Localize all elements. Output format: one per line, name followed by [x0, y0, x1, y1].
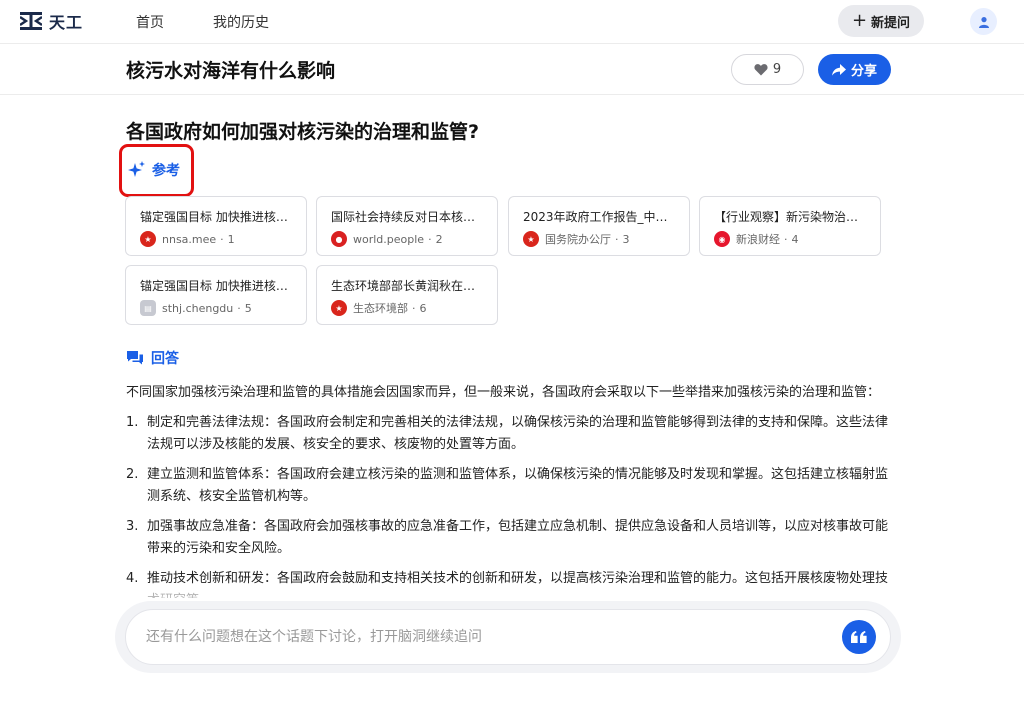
answer-list: 1. 制定和完善法律法规：各国政府会制定和完善相关的法律法规，以确保核污染的治理… — [126, 412, 896, 598]
topic-title: 核污水对海洋有什么影响 — [126, 60, 336, 82]
reference-card-index: 6 — [419, 301, 427, 315]
reference-label: 参考 — [152, 163, 180, 179]
user-icon — [978, 16, 989, 28]
reference-section-header: 参考 — [119, 144, 194, 197]
heart-icon — [754, 64, 768, 76]
site-favicon-icon: ▤ — [140, 300, 156, 316]
answer-item-number: 4. — [126, 571, 139, 586]
reference-card-1[interactable]: 锚定强国目标 加快推进核安全监管体系和监管能力现代化 ★ nnsa.mee · … — [125, 196, 307, 256]
brand-name: 天工 — [49, 13, 84, 32]
reference-card-source: 新浪财经 — [736, 233, 780, 246]
tiangong-logo-icon — [20, 12, 42, 30]
reference-card-2[interactable]: 国际社会持续反对日本核污染水排海计划 ● world.people · 2 — [316, 196, 498, 256]
answer-item-number: 2. — [126, 467, 139, 482]
reference-card-6[interactable]: 生态环境部部长黄润秋在全国核与辐射安全监管工作会议上的讲话 ★ 生态环境部 · … — [316, 265, 498, 325]
emblem-icon: ★ — [140, 231, 156, 247]
share-button[interactable]: 分享 — [818, 54, 891, 85]
reference-card-index: 3 — [622, 232, 630, 246]
reference-card-source: world.people — [353, 232, 425, 246]
new-question-label: 新提问 — [871, 15, 911, 31]
question-title: 各国政府如何加强对核污染的治理和监管? — [126, 121, 480, 143]
weibo-icon: ◉ — [714, 231, 730, 247]
user-avatar[interactable] — [970, 8, 997, 35]
answer-list-item: 3. 加强事故应急准备：各国政府会加强核事故的应急准备工作，包括建立应急机制、提… — [126, 516, 896, 560]
share-arrow-icon — [831, 63, 846, 76]
answer-item-text: 制定和完善法律法规：各国政府会制定和完善相关的法律法规，以确保核污染的治理和监管… — [147, 415, 889, 452]
answer-list-item: 2. 建立监测和监管体系：各国政府会建立核污染的监测和监管体系，以确保核污染的情… — [126, 464, 896, 508]
answer-item-text: 建立监测和监管体系：各国政府会建立核污染的监测和监管体系，以确保核污染的情况能够… — [147, 467, 889, 504]
reference-card-title: 锚定强国目标 加快推进核安全监管体系和监管能力现代化 — [140, 279, 296, 293]
follow-up-input[interactable] — [146, 626, 826, 648]
emblem-icon: ★ — [331, 300, 347, 316]
reference-card-title: 锚定强国目标 加快推进核安全监管体系和监管能力现代化 — [140, 210, 296, 224]
reference-card-index: 2 — [435, 232, 443, 246]
top-nav: 天工 首页 我的历史 + 新提问 — [0, 0, 1024, 44]
answer-item-text: 加强事故应急准备：各国政府会加强核事故的应急准备工作，包括建立应急机制、提供应急… — [147, 519, 889, 556]
reference-card-index: 4 — [791, 232, 799, 246]
reference-card-source: 国务院办公厅 — [545, 233, 611, 246]
reference-card-title: 【行业观察】新污染物治理行动方案 — [714, 210, 870, 224]
answer-body: 不同国家加强核污染治理和监管的具体措施会因国家而异，但一般来说，各国政府会采取以… — [126, 382, 896, 598]
answer-section-header: 回答 — [126, 348, 179, 368]
sparkle-icon — [128, 161, 145, 177]
answer-list-item: 1. 制定和完善法律法规：各国政府会制定和完善相关的法律法规，以确保核污染的治理… — [126, 412, 896, 456]
answer-item-number: 1. — [126, 415, 139, 430]
send-button[interactable] — [842, 620, 876, 654]
brand-logo[interactable]: 天工 — [20, 10, 83, 32]
reference-card-3[interactable]: 2023年政府工作报告_中国政府网 ★ 国务院办公厅 · 3 — [508, 196, 690, 256]
reference-card-source: 生态环境部 — [353, 302, 408, 315]
chat-bubble-icon — [127, 351, 143, 365]
reference-card-5[interactable]: 锚定强国目标 加快推进核安全监管体系和监管能力现代化 ▤ sthj.chengd… — [125, 265, 307, 325]
like-count: 9 — [772, 62, 782, 77]
reference-card-source: nnsa.mee — [162, 232, 217, 246]
reference-card-index: 5 — [244, 301, 252, 315]
emblem-icon: ★ — [523, 231, 539, 247]
reference-card-title: 2023年政府工作报告_中国政府网 — [523, 210, 679, 224]
topic-bar: 核污水对海洋有什么影响 9 分享 — [0, 44, 1024, 95]
share-label: 分享 — [850, 64, 877, 79]
reference-card-title: 国际社会持续反对日本核污染水排海计划 — [331, 210, 487, 224]
new-question-button[interactable]: + 新提问 — [838, 5, 924, 37]
quote-send-icon — [851, 631, 867, 643]
like-button[interactable]: 9 — [731, 54, 804, 85]
people-daily-icon: ● — [331, 231, 347, 247]
reference-card-4[interactable]: 【行业观察】新污染物治理行动方案 ◉ 新浪财经 · 4 — [699, 196, 881, 256]
answer-label: 回答 — [151, 351, 179, 367]
reference-card-title: 生态环境部部长黄润秋在全国核与辐射安全监管工作会议上的讲话 — [331, 279, 487, 293]
reference-card-source: sthj.chengdu — [162, 301, 234, 315]
plus-icon: + — [851, 10, 868, 31]
nav-link-history[interactable]: 我的历史 — [213, 12, 269, 32]
answer-intro: 不同国家加强核污染治理和监管的具体措施会因国家而异，但一般来说，各国政府会采取以… — [126, 385, 881, 400]
answer-item-number: 3. — [126, 519, 139, 534]
reference-card-index: 1 — [227, 232, 235, 246]
nav-link-home[interactable]: 首页 — [136, 12, 164, 32]
